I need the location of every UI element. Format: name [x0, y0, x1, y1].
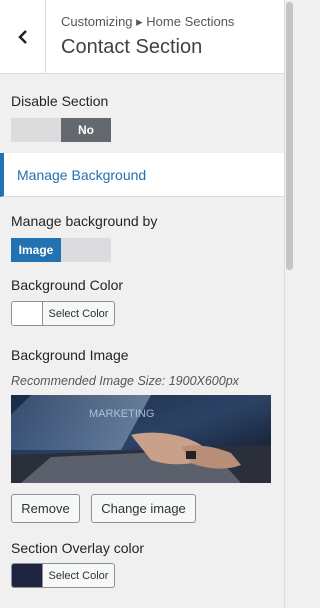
- customizer-panel: Customizing ▸ Home Sections Contact Sect…: [0, 0, 284, 608]
- toggle-other-option[interactable]: [61, 238, 111, 262]
- disable-section-toggle[interactable]: No: [11, 118, 111, 142]
- toggle-no-label: No: [61, 118, 111, 142]
- svg-text:MARKETING: MARKETING: [89, 408, 154, 420]
- background-color-label: Background Color: [11, 277, 124, 293]
- page-title: Contact Section: [61, 36, 203, 58]
- overlay-color-label: Section Overlay color: [11, 540, 145, 556]
- background-color-swatch: [12, 302, 43, 325]
- image-size-hint: Recommended Image Size: 1900X600px: [11, 374, 239, 388]
- chevron-left-icon: [17, 30, 27, 44]
- breadcrumb: Customizing ▸ Home Sections: [61, 14, 235, 29]
- background-image-label: Background Image: [11, 347, 129, 363]
- manage-background-link[interactable]: Manage Background: [0, 153, 284, 197]
- header-text: Customizing ▸ Home Sections Contact Sect…: [61, 14, 234, 60]
- overlay-select-color-label: Select Color: [48, 569, 109, 582]
- overlay-color-picker[interactable]: Select Color: [11, 563, 115, 588]
- disable-section-label: Disable Section: [11, 93, 109, 109]
- manage-background-by-label: Manage background by: [11, 213, 158, 229]
- scrollbar-thumb[interactable]: [286, 2, 293, 270]
- background-color-picker[interactable]: Select Color: [11, 301, 115, 326]
- select-color-label: Select Color: [48, 307, 109, 320]
- back-button[interactable]: [0, 0, 46, 74]
- remove-image-button[interactable]: Remove: [11, 494, 80, 523]
- overlay-color-swatch: [12, 564, 43, 587]
- laptop-photo: MARKETING: [11, 395, 271, 483]
- panel-header: Customizing ▸ Home Sections Contact Sect…: [0, 0, 284, 74]
- background-image-preview: MARKETING: [11, 395, 271, 483]
- toggle-image-option[interactable]: Image: [11, 238, 61, 262]
- manage-background-by-toggle[interactable]: Image: [11, 238, 111, 262]
- change-image-button[interactable]: Change image: [91, 494, 196, 523]
- toggle-off-segment: [11, 118, 61, 142]
